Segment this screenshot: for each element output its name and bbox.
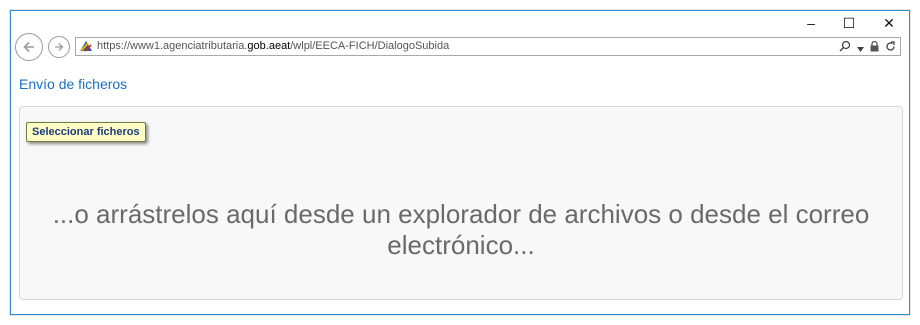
file-drop-zone[interactable]: Seleccionar ficheros ...o arrástrelos aq…: [19, 106, 903, 300]
back-button[interactable]: [15, 33, 43, 61]
browser-window: – ☐ ✕ https://www1.agenciatributaria.gob…: [10, 10, 910, 315]
url-domain: gob.aeat: [247, 40, 291, 52]
select-files-button[interactable]: Seleccionar ficheros: [26, 122, 146, 142]
forward-arrow-icon: [55, 43, 64, 51]
minimize-button[interactable]: –: [791, 11, 831, 35]
address-bar-icons: [839, 39, 896, 57]
close-button[interactable]: ✕: [869, 11, 909, 35]
url-path: /wlpl/EECA-FICH/DialogoSubida: [290, 40, 450, 52]
site-favicon: [80, 41, 92, 52]
back-arrow-icon: [23, 41, 34, 53]
lock-icon[interactable]: [870, 39, 879, 57]
dropdown-arrow-icon[interactable]: [857, 39, 864, 57]
url-prefix: https://www1.agenciatributaria.: [97, 40, 248, 52]
address-bar[interactable]: https://www1.agenciatributaria.gob.aeat/…: [75, 37, 901, 56]
drop-hint-text: ...o arrástrelos aquí desde un explorado…: [52, 199, 870, 260]
title-bar: – ☐ ✕: [11, 11, 909, 35]
url-text: https://www1.agenciatributaria.gob.aeat/…: [97, 40, 449, 52]
forward-button[interactable]: [48, 36, 70, 58]
refresh-icon[interactable]: [885, 39, 896, 57]
page-title: Envío de ficheros: [19, 76, 128, 92]
navigation-bar: https://www1.agenciatributaria.gob.aeat/…: [11, 33, 909, 61]
search-icon[interactable]: [839, 39, 851, 57]
maximize-button[interactable]: ☐: [829, 11, 869, 35]
